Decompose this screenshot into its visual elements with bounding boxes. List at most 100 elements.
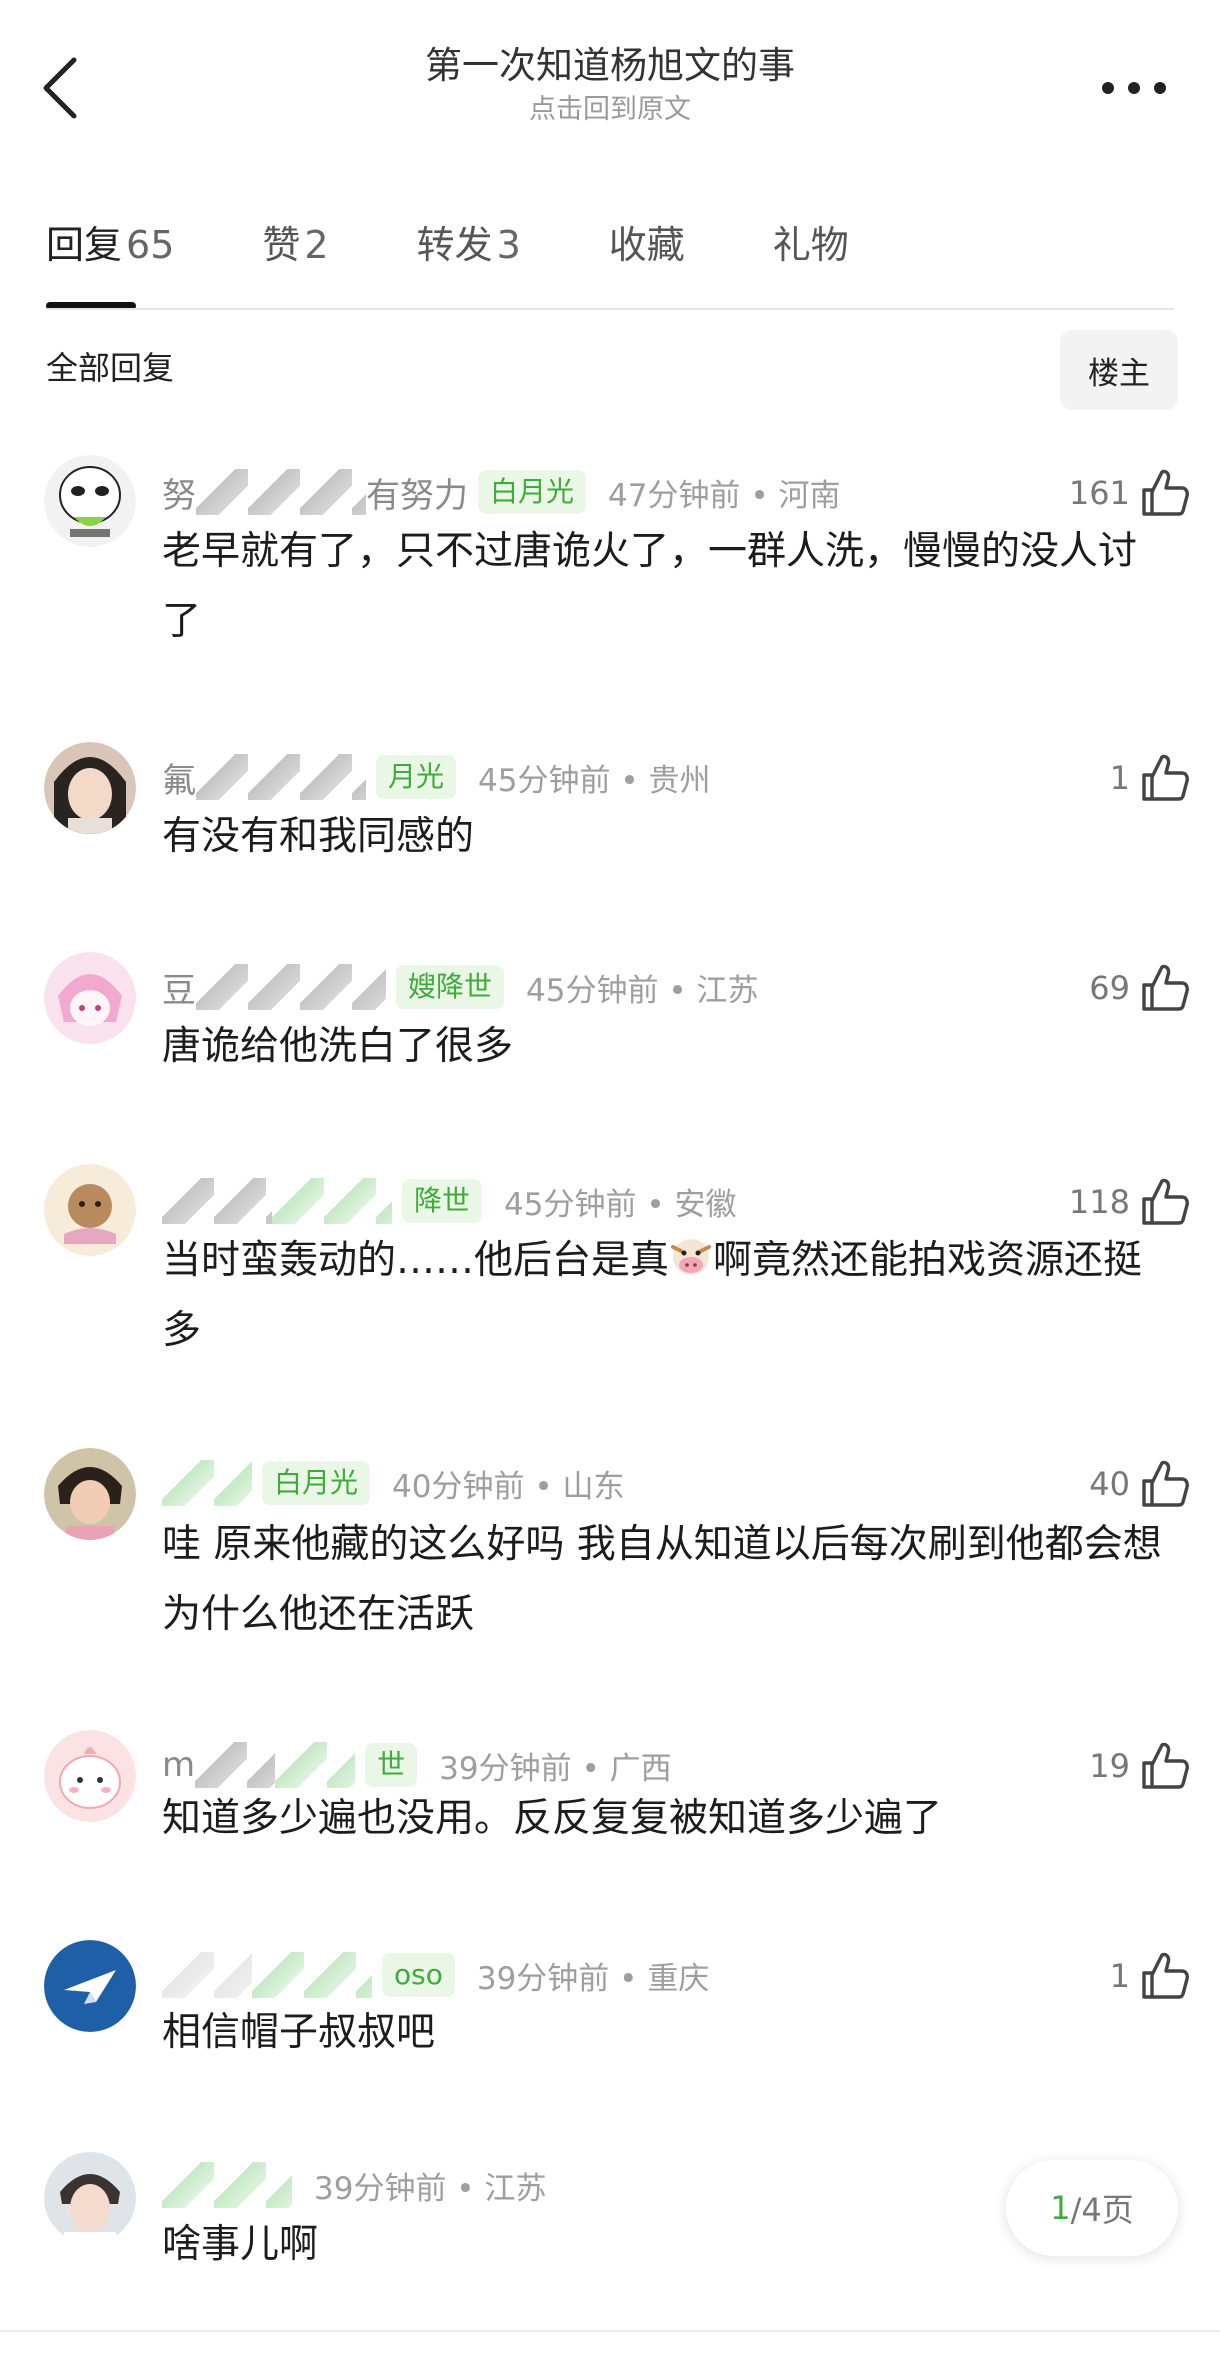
avatar[interactable]	[44, 952, 136, 1044]
page-indicator[interactable]: 1/4页	[1006, 2160, 1178, 2256]
username[interactable]: 努	[162, 468, 196, 517]
avatar[interactable]	[44, 1448, 136, 1540]
username-tail[interactable]: 有努力	[366, 468, 468, 517]
comment-meta: m 世 39分钟前 • 广西	[162, 1740, 672, 1790]
timestamp: 45分钟前 • 江苏	[526, 972, 759, 1009]
tab-label: 收藏	[608, 223, 685, 267]
tab-label: 赞	[262, 223, 301, 267]
timestamp: 45分钟前 • 贵州	[478, 762, 711, 799]
cow-emoji-icon	[671, 1239, 712, 1275]
masked-username	[252, 1952, 372, 1998]
tab-replies[interactable]: 回复 65	[46, 210, 175, 310]
masked-username	[195, 1742, 276, 1788]
comment-text: 唐诡给他洗白了很多	[162, 1024, 514, 1069]
thumbs-up-icon	[1142, 964, 1189, 1011]
like-button[interactable]: 69	[1089, 958, 1192, 1018]
masked-username	[162, 1460, 252, 1506]
like-count: 19	[1089, 1747, 1130, 1785]
tab-label: 转发	[416, 223, 493, 267]
thumbs-up-icon	[1142, 1460, 1189, 1507]
fan-badge: 月光	[376, 755, 457, 799]
more-options-button[interactable]	[1102, 80, 1166, 96]
tab-likes[interactable]: 赞2	[262, 210, 328, 290]
username[interactable]: 豆	[162, 963, 196, 1012]
masked-username	[272, 1178, 392, 1224]
masked-username	[162, 1952, 252, 1998]
like-button[interactable]: 118	[1069, 1172, 1192, 1232]
masked-username	[196, 469, 366, 515]
all-replies-label: 全部回复	[46, 349, 175, 387]
header: 第一次知道杨旭文的事 点击回到原文	[0, 0, 1220, 160]
comment-text: 知道多少遍也没用。反反复复被知道多少遍了	[162, 1796, 943, 1841]
tab-gifts[interactable]: 礼物	[773, 210, 849, 290]
like-count: 69	[1089, 969, 1130, 1007]
like-count: 161	[1068, 474, 1130, 512]
comment-text: 老早就有了，只不过唐诡火了，一群人洗，慢慢的没人讨了	[162, 529, 1138, 644]
comment-meta: oso 39分钟前 • 重庆	[162, 1950, 709, 2000]
masked-username	[162, 2162, 292, 2208]
fan-badge: 白月光	[262, 1461, 371, 1505]
tab-reposts[interactable]: 转发 3	[417, 210, 521, 290]
avatar[interactable]	[44, 2152, 136, 2244]
tab-count: 2	[304, 223, 329, 267]
comment-meta: 努 有努力 白月光 47分钟前 • 河南	[162, 467, 840, 517]
divider	[46, 308, 1174, 310]
avatar[interactable]	[44, 455, 136, 547]
fan-badge: oso	[382, 1953, 455, 1997]
masked-username	[196, 754, 366, 800]
username[interactable]: m	[162, 1745, 195, 1785]
timestamp: 39分钟前 • 江苏	[314, 2170, 547, 2207]
comment-meta: 豆 嫂降世 45分钟前 • 江苏	[162, 962, 758, 1012]
dot-icon	[1102, 82, 1114, 94]
fan-badge: 世	[365, 1743, 418, 1787]
comment-text: 哇 原来他藏的这么好吗 我自从知道以后每次刷到他都会想为什么他还在活跃	[162, 1522, 1162, 1637]
fan-badge: 白月光	[478, 470, 587, 514]
timestamp: 40分钟前 • 山东	[392, 1468, 625, 1505]
username[interactable]: 氟	[162, 753, 196, 802]
comment-meta: 氟 月光 45分钟前 • 贵州	[162, 752, 710, 802]
thumbs-up-icon	[1142, 1178, 1189, 1225]
comment-meta: 39分钟前 • 江苏	[162, 2160, 546, 2210]
dot-icon	[1128, 82, 1140, 94]
tab-label: 回复	[46, 223, 123, 267]
op-only-button[interactable]: 楼主	[1060, 330, 1178, 410]
comment-meta: 降世 45分钟前 • 安徽	[162, 1176, 736, 1226]
like-button[interactable]: 40	[1089, 1454, 1192, 1514]
title-block[interactable]: 第一次知道杨旭文的事 点击回到原文	[0, 40, 1220, 128]
comment-text: 当时蛮轰动的……他后台是真 啊竟然还能拍戏资源还挺多	[162, 1226, 1172, 1366]
like-count: 1	[1109, 759, 1130, 797]
thumbs-up-icon	[1142, 754, 1189, 801]
avatar[interactable]	[44, 1940, 136, 2032]
timestamp: 47分钟前 • 河南	[608, 477, 841, 514]
tab-label: 礼物	[772, 223, 849, 267]
comment-meta: 白月光 40分钟前 • 山东	[162, 1458, 624, 1508]
like-count: 118	[1068, 1183, 1130, 1221]
dot-icon	[1154, 82, 1166, 94]
divider	[0, 2330, 1220, 2332]
total-pages: /4页	[1070, 2191, 1134, 2229]
timestamp: 45分钟前 • 安徽	[504, 1186, 737, 1223]
avatar[interactable]	[44, 1164, 136, 1256]
back-to-original-link[interactable]: 点击回到原文	[0, 92, 1220, 128]
avatar[interactable]	[44, 1730, 136, 1822]
tab-favorites[interactable]: 收藏	[609, 210, 685, 290]
avatar[interactable]	[44, 742, 136, 834]
masked-username	[275, 1742, 356, 1788]
like-button[interactable]: 161	[1069, 463, 1192, 523]
tab-bar: 回复 65 赞2 转发 3 收藏 礼物	[46, 210, 937, 310]
comment-text-part: 当时蛮轰动的……他后台是真	[162, 1238, 670, 1283]
tab-count: 65	[126, 223, 175, 267]
thumbs-up-icon	[1142, 1952, 1189, 1999]
thumbs-up-icon	[1142, 469, 1189, 516]
like-button[interactable]: 1	[1110, 1946, 1192, 2006]
like-count: 40	[1089, 1465, 1130, 1503]
fan-badge: 嫂降世	[396, 965, 505, 1009]
like-button[interactable]: 1	[1110, 748, 1192, 808]
comment-text: 相信帽子叔叔吧	[162, 2010, 436, 2055]
comment-text: 有没有和我同感的	[162, 814, 475, 859]
timestamp: 39分钟前 • 广西	[439, 1750, 672, 1787]
current-page: 1	[1050, 2189, 1071, 2227]
masked-username	[162, 1178, 272, 1224]
fan-badge: 降世	[402, 1179, 483, 1223]
timestamp: 39分钟前 • 重庆	[476, 1960, 710, 1997]
